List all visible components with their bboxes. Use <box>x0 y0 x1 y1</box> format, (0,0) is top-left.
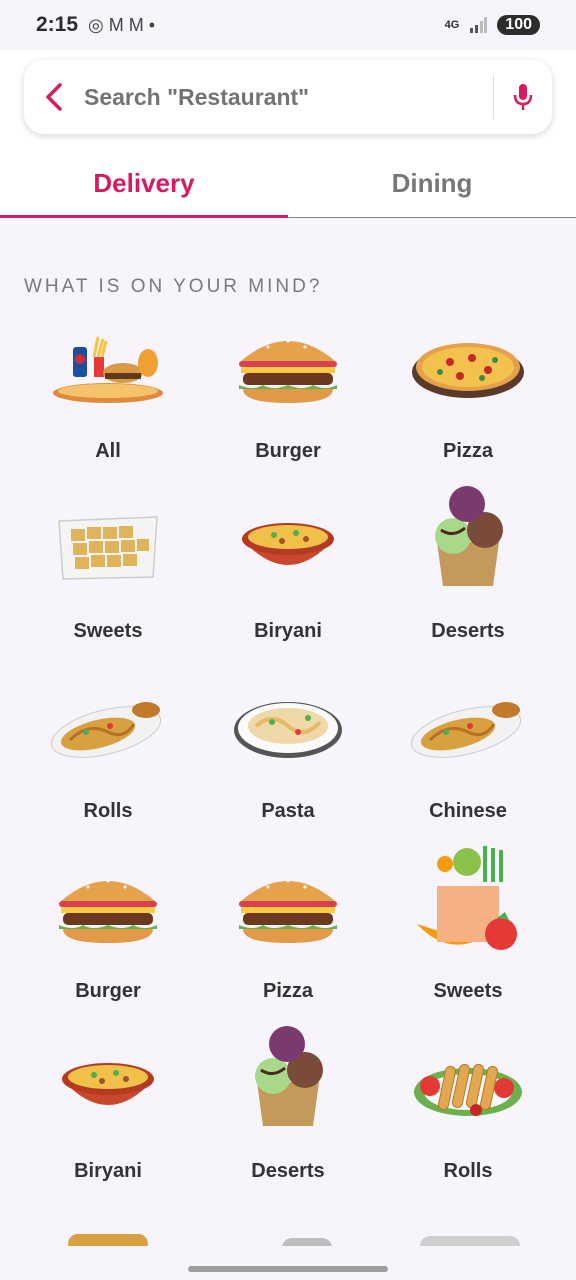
category-label: Biryani <box>74 1160 142 1182</box>
burger-icon <box>43 862 173 952</box>
category-label: Chinese <box>429 800 507 822</box>
search-input[interactable]: Search "Restaurant" <box>84 84 493 111</box>
category-item-rolls[interactable]: Rolls <box>378 1042 558 1222</box>
pizza-icon <box>403 322 533 412</box>
sweets-icon <box>43 502 173 592</box>
peek-item <box>420 1236 520 1246</box>
tab-dining[interactable]: Dining <box>288 168 576 218</box>
biryani-icon <box>223 502 353 592</box>
category-label: Deserts <box>431 620 505 642</box>
category-item-burger[interactable]: Burger <box>198 322 378 502</box>
ice-cream-icon <box>223 1026 353 1132</box>
notification-icons: ◎ M M • <box>88 14 156 35</box>
burger-icon <box>223 322 353 412</box>
biryani-icon <box>43 1042 173 1132</box>
microphone-icon[interactable] <box>494 82 552 112</box>
noodles-icon <box>403 682 533 772</box>
category-item-pizza[interactable]: Pizza <box>378 322 558 502</box>
category-label: Rolls <box>443 1160 493 1182</box>
category-label: Sweets <box>73 620 143 642</box>
category-label: Pizza <box>262 980 314 1002</box>
category-label: Pizza <box>442 440 494 462</box>
category-label: All <box>95 440 121 462</box>
category-label: Biryani <box>254 620 322 642</box>
category-item-sweets[interactable]: Sweets <box>18 502 198 682</box>
category-item-chinese[interactable]: Chinese <box>378 682 558 862</box>
mixed-fast-food-icon <box>43 322 173 412</box>
category-item-deserts[interactable]: Deserts <box>198 1026 378 1222</box>
status-time: 2:15 <box>36 13 79 36</box>
back-arrow-icon[interactable] <box>24 82 84 112</box>
category-label: Rolls <box>83 800 133 822</box>
category-item-rolls[interactable]: Rolls <box>18 682 198 862</box>
battery-badge: 100 <box>497 15 540 35</box>
category-item-pasta[interactable]: Pasta <box>198 682 378 862</box>
category-label: Pasta <box>261 800 315 822</box>
category-label: Sweets <box>433 980 503 1002</box>
category-item-biryani[interactable]: Biryani <box>18 1042 198 1222</box>
category-label: Deserts <box>251 1160 325 1182</box>
category-label: Burger <box>255 440 321 462</box>
peek-item <box>282 1238 332 1246</box>
network-type: 4G <box>444 18 460 31</box>
category-item-sweets[interactable]: Sweets <box>378 846 558 1042</box>
category-item-deserts[interactable]: Deserts <box>378 486 558 682</box>
pasta-icon <box>223 682 353 772</box>
ice-cream-icon <box>403 486 533 592</box>
category-label: Burger <box>75 980 141 1002</box>
status-bar: 2:15 ◎ M M • 4G 100 <box>0 0 576 50</box>
next-row-peek <box>0 1230 576 1246</box>
search-bar[interactable]: Search "Restaurant" <box>24 60 552 134</box>
burger-icon <box>223 862 353 952</box>
tab-delivery[interactable]: Delivery <box>0 168 288 218</box>
grocery-bag-icon <box>403 846 533 952</box>
category-grid: All Burger Pizza Sweets Biryani Deserts … <box>18 322 558 1222</box>
category-item-all[interactable]: All <box>18 322 198 502</box>
category-item-burger[interactable]: Burger <box>18 862 198 1042</box>
active-tab-indicator <box>0 215 288 218</box>
category-item-pizza[interactable]: Pizza <box>198 862 378 1042</box>
header: Search "Restaurant" Delivery Dining <box>0 50 576 218</box>
spring-rolls-icon <box>403 1042 533 1132</box>
tab-bar: Delivery Dining <box>0 168 576 218</box>
home-indicator[interactable] <box>188 1266 388 1272</box>
peek-item <box>68 1234 148 1246</box>
category-item-biryani[interactable]: Biryani <box>198 502 378 682</box>
signal-icon <box>470 17 488 33</box>
noodles-icon <box>43 682 173 772</box>
section-title: WHAT IS ON YOUR MIND? <box>24 276 323 297</box>
